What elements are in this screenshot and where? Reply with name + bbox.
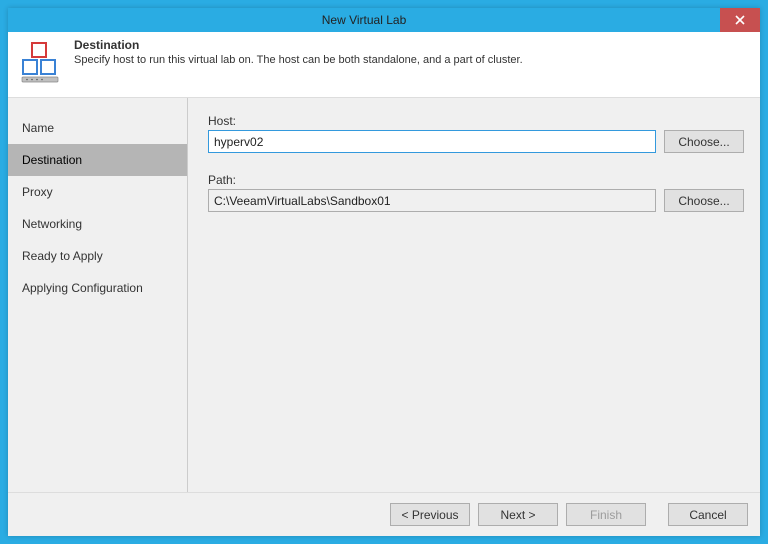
header-text: Destination Specify host to run this vir… bbox=[74, 38, 523, 66]
sidebar-item-applying[interactable]: Applying Configuration bbox=[8, 272, 187, 304]
wizard-icon bbox=[18, 38, 62, 87]
path-label: Path: bbox=[208, 173, 744, 187]
button-gap bbox=[654, 503, 660, 526]
content-panel: Host: Choose... Path: C:\VeeamVirtualLab… bbox=[188, 98, 760, 492]
finish-button: Finish bbox=[566, 503, 646, 526]
path-display: C:\VeeamVirtualLabs\Sandbox01 bbox=[208, 189, 656, 212]
window-title: New Virtual Lab bbox=[8, 13, 720, 27]
step-description: Specify host to run this virtual lab on.… bbox=[74, 54, 523, 66]
footer: < Previous Next > Finish Cancel bbox=[8, 492, 760, 536]
step-sidebar: Name Destination Proxy Networking Ready … bbox=[8, 98, 188, 492]
sidebar-item-ready[interactable]: Ready to Apply bbox=[8, 240, 187, 272]
path-row: C:\VeeamVirtualLabs\Sandbox01 Choose... bbox=[208, 189, 744, 212]
sidebar-item-proxy[interactable]: Proxy bbox=[8, 176, 187, 208]
host-row: Choose... bbox=[208, 130, 744, 153]
sidebar-item-networking[interactable]: Networking bbox=[8, 208, 187, 240]
choose-host-button[interactable]: Choose... bbox=[664, 130, 744, 153]
titlebar: New Virtual Lab bbox=[8, 8, 760, 32]
dialog-window: New Virtual Lab Destination Specify host… bbox=[8, 8, 760, 536]
host-input[interactable] bbox=[208, 130, 656, 153]
previous-button[interactable]: < Previous bbox=[390, 503, 470, 526]
close-icon bbox=[735, 12, 745, 28]
body: Name Destination Proxy Networking Ready … bbox=[8, 98, 760, 492]
sidebar-item-destination[interactable]: Destination bbox=[8, 144, 187, 176]
sidebar-item-name[interactable]: Name bbox=[8, 112, 187, 144]
host-label: Host: bbox=[208, 114, 744, 128]
header: Destination Specify host to run this vir… bbox=[8, 32, 760, 98]
cancel-button[interactable]: Cancel bbox=[668, 503, 748, 526]
next-button[interactable]: Next > bbox=[478, 503, 558, 526]
step-title: Destination bbox=[74, 38, 523, 52]
choose-path-button[interactable]: Choose... bbox=[664, 189, 744, 212]
close-button[interactable] bbox=[720, 8, 760, 32]
